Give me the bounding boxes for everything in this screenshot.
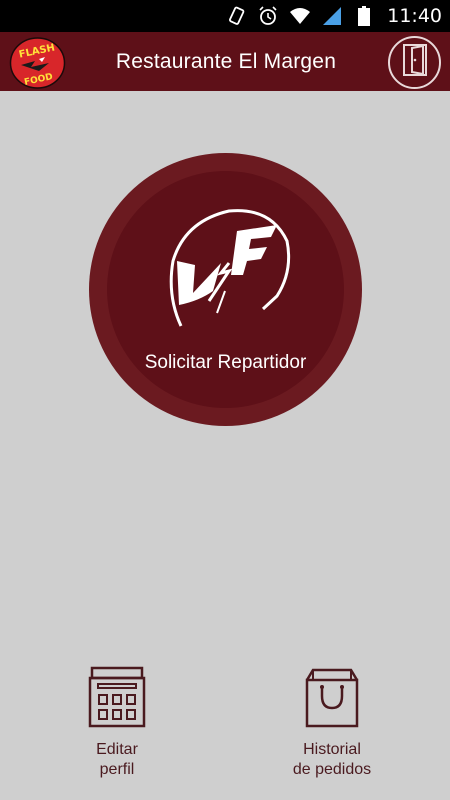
exit-button[interactable] bbox=[388, 36, 441, 89]
wifi-icon bbox=[289, 5, 311, 27]
app-title: Restaurante El Margen bbox=[115, 50, 337, 73]
shopping-bag-icon bbox=[301, 664, 363, 728]
edit-profile-label: Editar perfil bbox=[96, 741, 138, 778]
signal-icon bbox=[321, 5, 343, 27]
status-time: 11:40 bbox=[387, 5, 442, 27]
status-bar: 11:40 bbox=[0, 0, 450, 32]
app-bar: FLASH FOOD Restaurante El Margen bbox=[0, 32, 450, 91]
battery-icon bbox=[353, 5, 375, 27]
edit-profile-button[interactable]: Editar perfil bbox=[42, 664, 192, 780]
phone-vibrate-icon bbox=[225, 5, 247, 27]
helmet-logo-icon bbox=[159, 201, 293, 341]
order-history-label: Historial de pedidos bbox=[292, 741, 372, 778]
request-courier-inner: Solicitar Repartidor bbox=[107, 171, 344, 408]
alarm-icon bbox=[257, 5, 279, 27]
order-history-button[interactable]: Historial de pedidos bbox=[257, 664, 407, 780]
exit-door-icon bbox=[401, 43, 429, 82]
request-courier-button[interactable]: Solicitar Repartidor bbox=[89, 153, 362, 426]
request-courier-label: Solicitar Repartidor bbox=[144, 352, 307, 373]
flash-food-logo: FLASH FOOD bbox=[9, 37, 66, 89]
building-icon bbox=[86, 664, 148, 728]
